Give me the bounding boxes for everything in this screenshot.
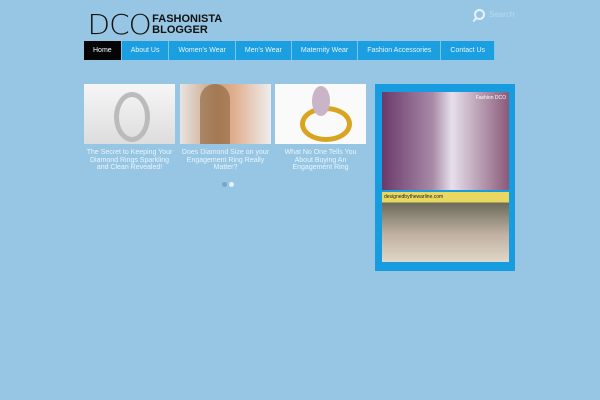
slider-pagination [222, 182, 234, 187]
slider-dot[interactable] [222, 182, 227, 187]
slider-dot[interactable] [229, 182, 234, 187]
ring-image[interactable] [275, 84, 366, 144]
nav-fashion-accessories[interactable]: Fashion Accessories [358, 41, 442, 60]
post-title[interactable]: What No One Tells You About Buying An En… [275, 149, 366, 172]
photo-caption: designedbythewarline.com [384, 194, 444, 200]
nav-contact-us[interactable]: Contact Us [441, 41, 496, 60]
nav-home[interactable]: Home [84, 41, 122, 60]
post-card[interactable]: What No One Tells You About Buying An En… [275, 84, 366, 172]
main-nav: Home About Us Women's Wear Men's Wear Ma… [84, 41, 496, 60]
nav-maternity-wear[interactable]: Maternity Wear [291, 41, 359, 60]
group-photo[interactable]: designedbythewarline.com [382, 192, 509, 262]
search-icon[interactable] [474, 9, 485, 20]
nav-about-us[interactable]: About Us [121, 41, 170, 60]
sidebar-widget: Fashion DCO designedbythewarline.com [375, 84, 515, 271]
site-logo[interactable]: DCO FASHONISTA BLOGGER [87, 8, 223, 41]
logo-main: DCO [87, 8, 151, 41]
nav-womens-wear[interactable]: Women's Wear [169, 41, 236, 60]
photo-caption: Fashion DCO [475, 95, 506, 101]
logo-sub: FASHONISTA BLOGGER [152, 12, 223, 36]
ring-image[interactable] [84, 84, 175, 144]
search-input[interactable] [489, 10, 529, 19]
fashion-photo[interactable]: Fashion DCO [382, 92, 509, 190]
woman-image[interactable] [180, 84, 271, 144]
post-title[interactable]: Does Diamond Size on your Engagement Rin… [180, 149, 271, 172]
search-box [474, 9, 529, 20]
post-title[interactable]: The Secret to Keeping Your Diamond Rings… [84, 149, 175, 172]
post-card[interactable]: The Secret to Keeping Your Diamond Rings… [84, 84, 175, 172]
nav-mens-wear[interactable]: Men's Wear [235, 41, 292, 60]
post-card[interactable]: Does Diamond Size on your Engagement Rin… [180, 84, 271, 172]
